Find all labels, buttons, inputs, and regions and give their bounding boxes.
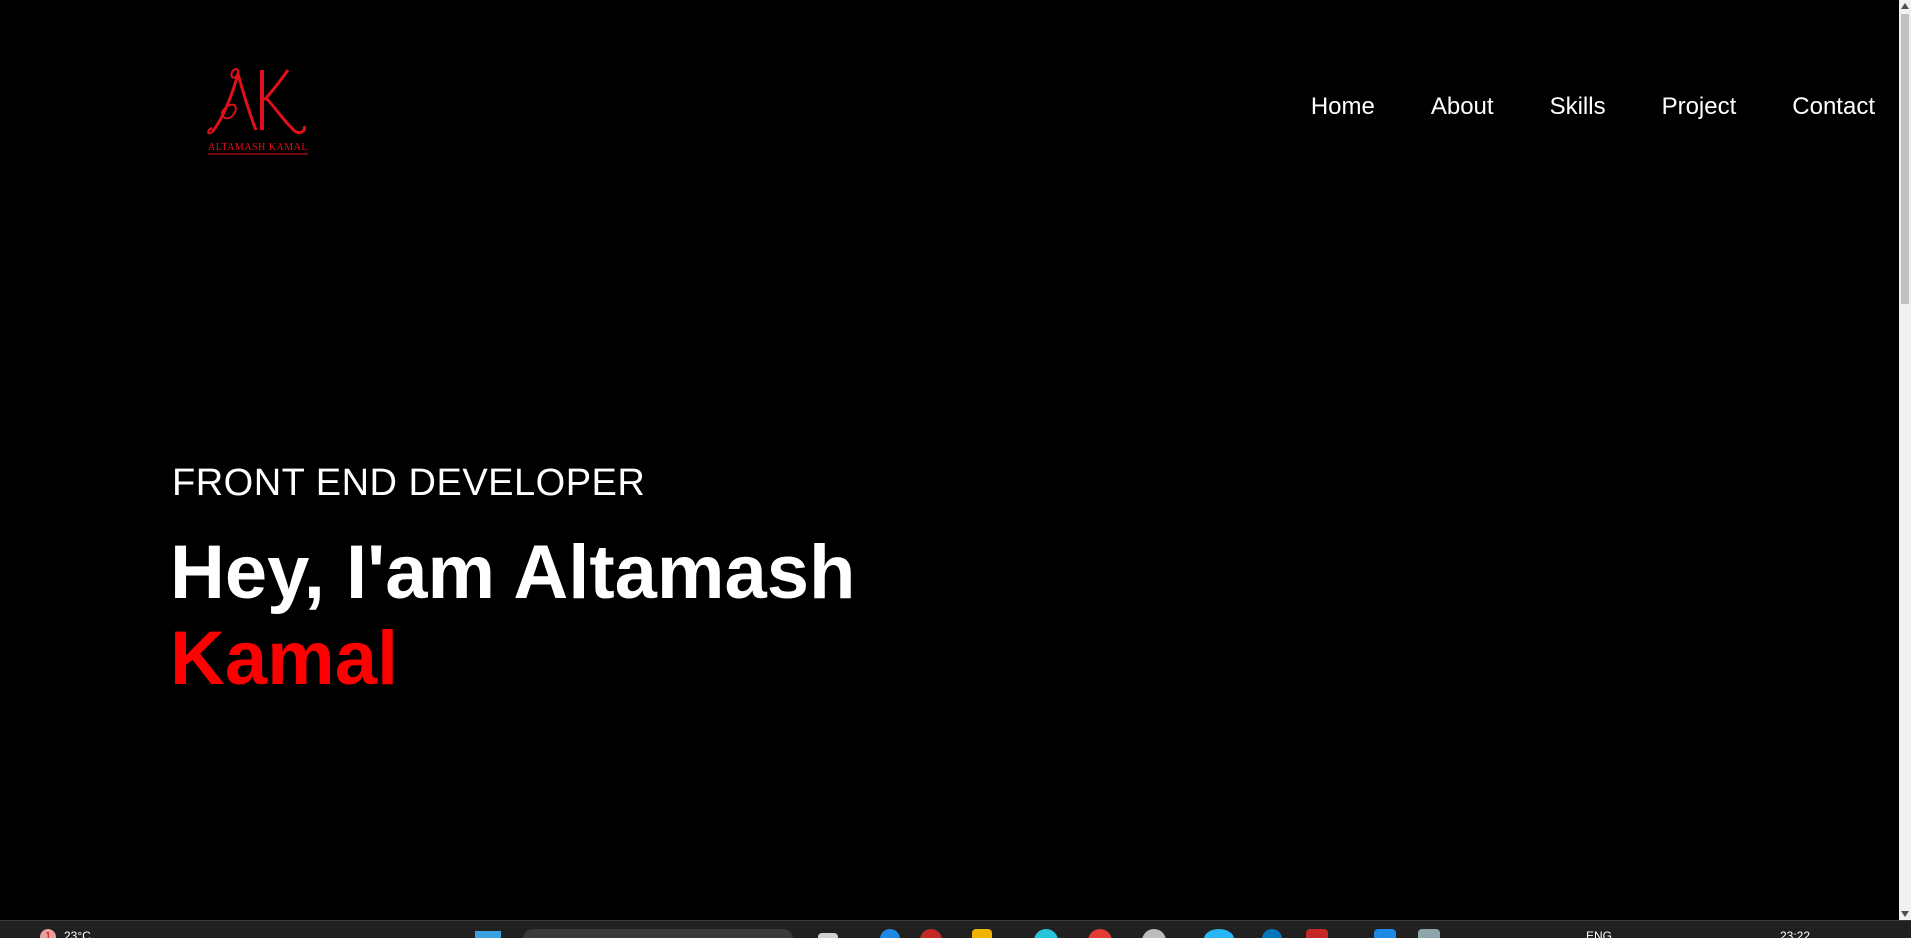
scroll-up-arrow-icon[interactable] [1901,3,1909,9]
nav-skills[interactable]: Skills [1550,92,1606,122]
file-explorer-icon[interactable] [818,933,838,938]
nav-project[interactable]: Project [1662,92,1737,122]
windows-taskbar: 1 23°C ENG 23:22 [0,920,1911,938]
start-icon[interactable] [475,931,501,938]
chat-icon[interactable] [1204,929,1234,938]
mail-icon[interactable] [1262,929,1282,938]
weather-temperature[interactable]: 23°C [64,929,91,938]
language-indicator[interactable]: ENG [1586,929,1612,938]
logo-caption: ALTAMASH KAMAL [208,142,308,153]
nav-contact[interactable]: Contact [1792,92,1875,122]
app-icon[interactable] [1142,929,1166,938]
nav-about[interactable]: About [1431,92,1494,122]
weather-badge[interactable]: 1 [40,929,56,938]
nav-home[interactable]: Home [1311,92,1375,122]
hero-headline-name: Kamal [170,616,399,701]
teams-icon[interactable] [1034,929,1058,938]
scroll-down-arrow-icon[interactable] [1901,911,1909,917]
clock[interactable]: 23:22 [1780,929,1810,938]
gmail-icon[interactable] [1306,929,1328,938]
vertical-scrollbar[interactable] [1899,0,1911,920]
hero-headline: Hey, I'am Altamash Kamal [170,530,855,702]
taskbar-search-box[interactable] [523,929,793,938]
portfolio-page: ALTAMASH KAMAL Home About Skills Project… [0,0,1911,938]
chrome-icon[interactable] [1088,929,1112,938]
edge-icon[interactable] [880,929,900,938]
hero-headline-line1: Hey, I'am Altamash [170,530,856,615]
opera-icon[interactable] [920,929,942,938]
ak-monogram-logo: ALTAMASH KAMAL [207,68,308,155]
hero-subtitle: FRONT END DEVELOPER [172,462,646,504]
folder-icon[interactable] [972,929,992,938]
main-nav: Home About Skills Project Contact [1311,92,1875,122]
scrollbar-thumb[interactable] [1901,14,1909,304]
notes-icon[interactable] [1418,929,1440,938]
site-logo[interactable]: ALTAMASH KAMAL [204,60,314,156]
vscode-icon[interactable] [1374,929,1396,938]
